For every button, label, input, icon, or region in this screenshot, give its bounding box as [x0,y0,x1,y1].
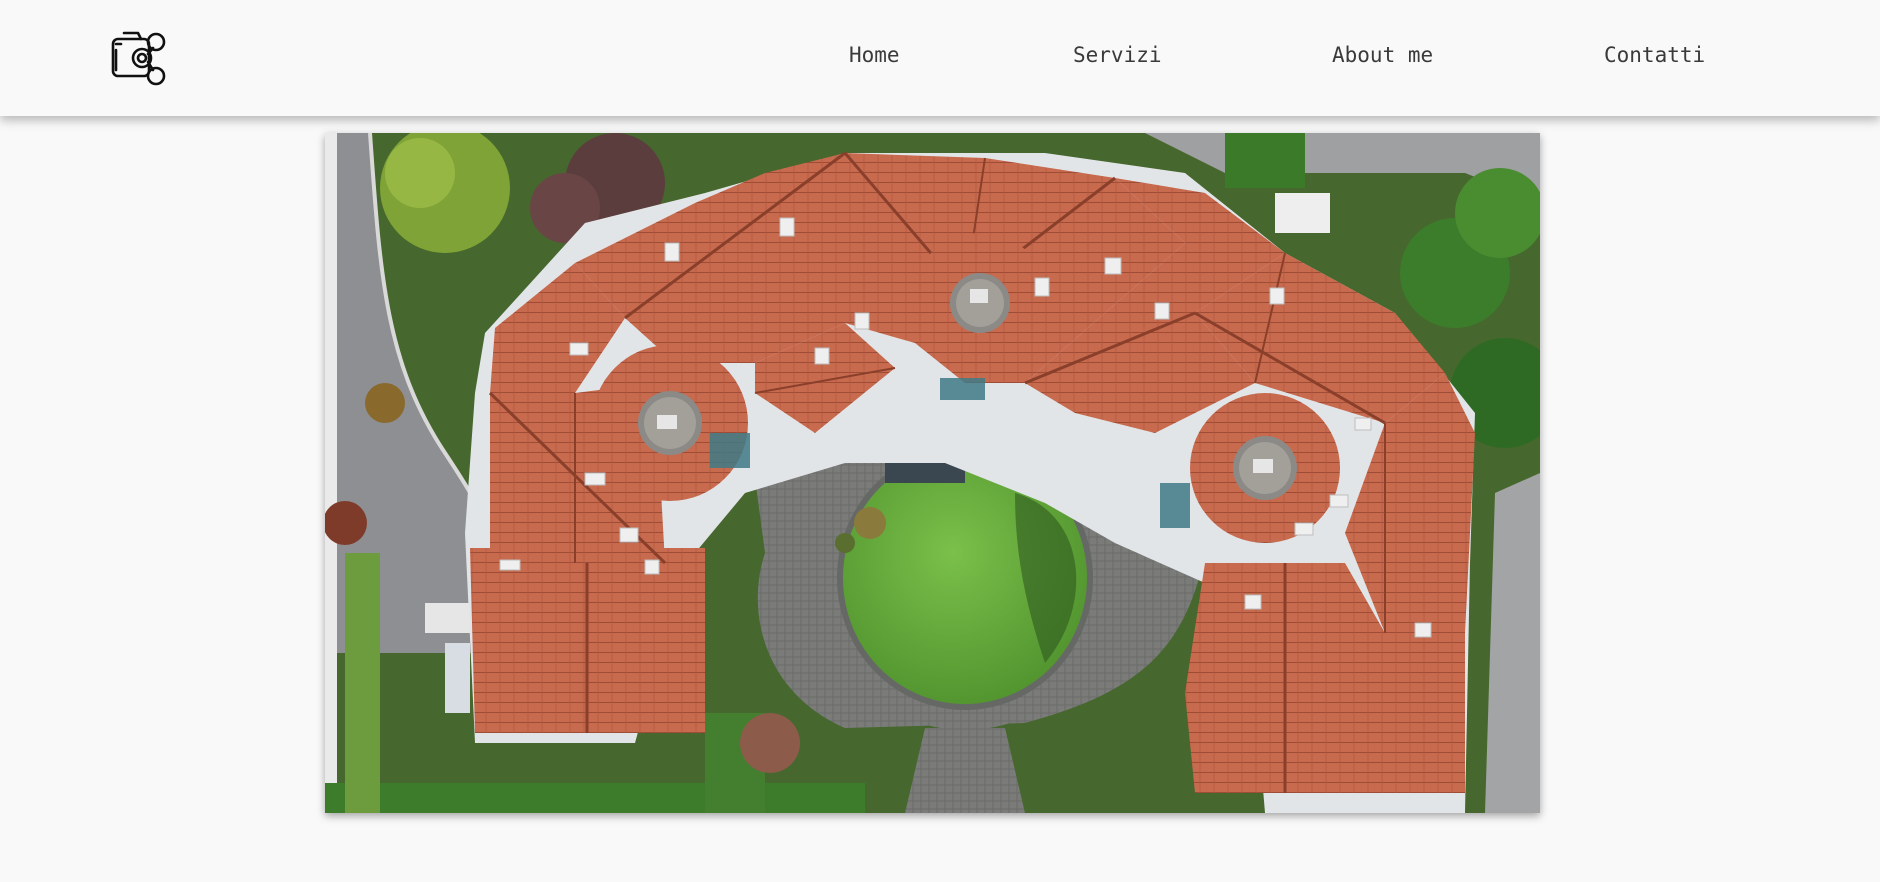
aerial-photo-image [325,133,1540,813]
logo-link[interactable] [110,28,172,88]
nav-servizi[interactable]: Servizi [1073,40,1162,70]
nav-contatti[interactable]: Contatti [1604,40,1705,70]
camera-drone-icon [111,31,166,86]
nav-home[interactable]: Home [849,40,900,70]
nav-about-me[interactable]: About me [1332,40,1433,70]
site-header: Home Servizi About me Contatti [0,0,1880,116]
hero-photo [325,133,1540,813]
